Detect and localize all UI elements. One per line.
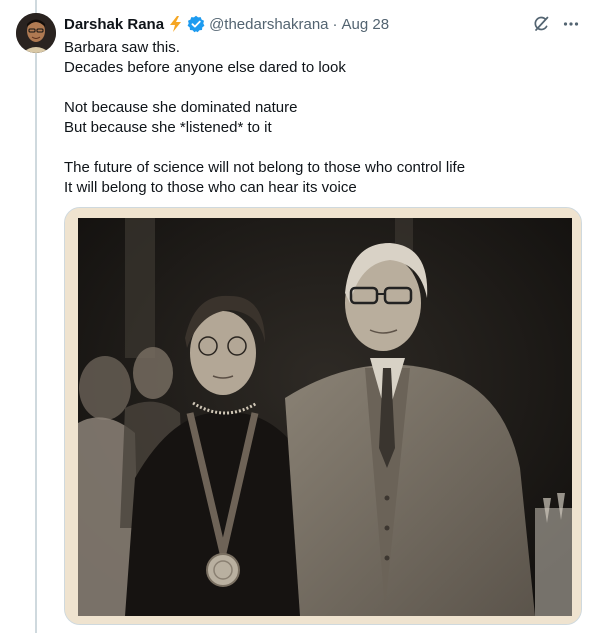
tweet-header: Darshak Rana @thedarshakrana · Aug 28	[64, 14, 389, 34]
vintage-photo	[65, 208, 581, 624]
tweet-line	[64, 138, 579, 158]
verified-badge-icon[interactable]	[187, 15, 205, 33]
tweet-media-photo[interactable]	[64, 207, 582, 625]
grok-icon[interactable]	[531, 14, 551, 34]
avatar[interactable]	[16, 13, 56, 53]
tweet-line: The future of science will not belong to…	[64, 159, 466, 176]
lightning-bolt-icon	[168, 15, 184, 33]
separator: ·	[332, 15, 338, 33]
tweet-line: It will belong to those who can hear its…	[64, 179, 357, 196]
thread-line	[35, 0, 37, 633]
post-date[interactable]: Aug 28	[342, 16, 390, 33]
tweet-actions	[531, 14, 581, 34]
tweet-line: But because she *listened* to it	[64, 119, 272, 136]
author-handle[interactable]: @thedarshakrana	[209, 16, 328, 33]
tweet-line: Barbara saw this.	[64, 39, 180, 56]
tweet-line	[64, 78, 579, 98]
tweet-line: Not because she dominated nature	[64, 99, 298, 116]
avatar-photo	[16, 13, 56, 53]
more-icon[interactable]	[561, 14, 581, 34]
tweet-line: Decades before anyone else dared to look	[64, 59, 346, 76]
tweet-text: Barbara saw this. Decades before anyone …	[64, 38, 579, 198]
display-name[interactable]: Darshak Rana	[64, 16, 164, 33]
